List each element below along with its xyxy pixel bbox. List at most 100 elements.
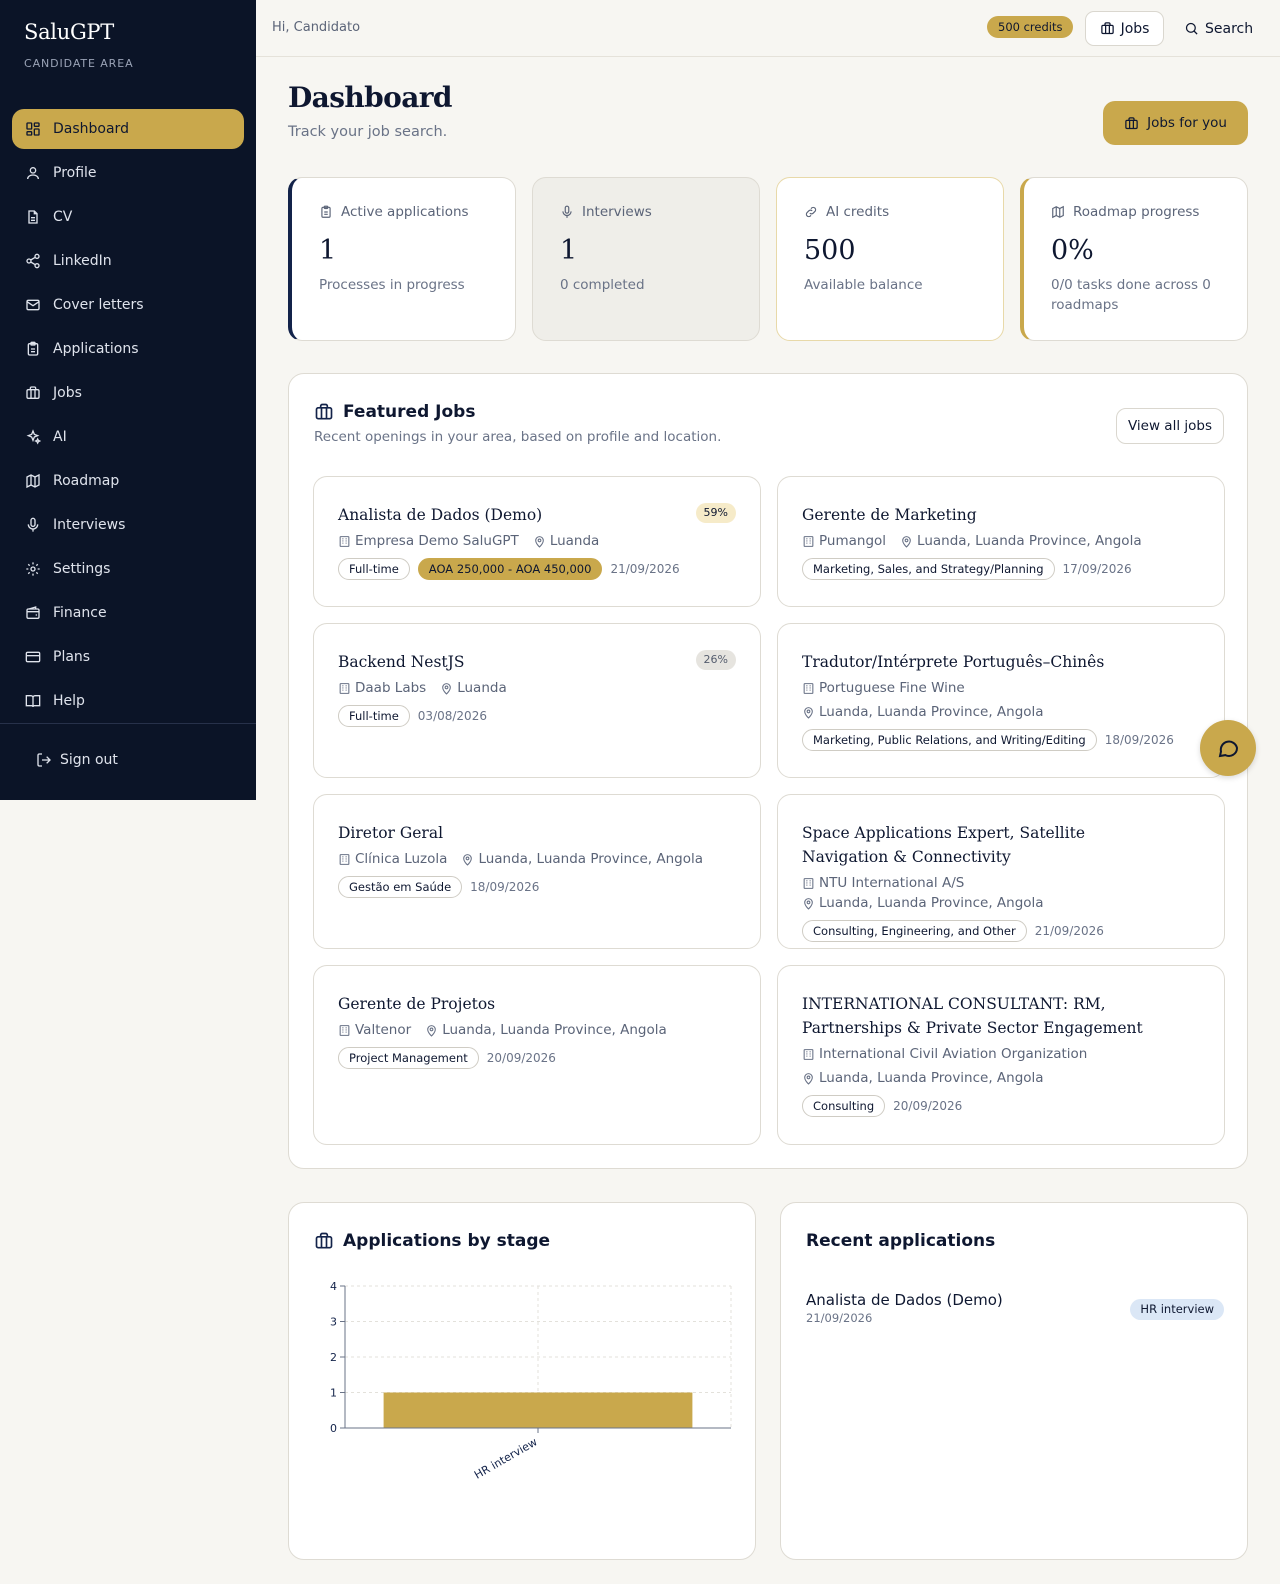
job-title: Gerente de Marketing: [802, 506, 977, 524]
search-label: Search: [1205, 20, 1254, 37]
job-location: Luanda, Luanda Province, Angola: [819, 1070, 1044, 1086]
y-tick-label: 0: [330, 1422, 337, 1435]
search-button[interactable]: Search: [1184, 11, 1253, 46]
sparkles-icon: [25, 429, 41, 445]
stat-label: Interviews: [582, 204, 652, 220]
job-company: Valtenor: [355, 1022, 412, 1038]
stage-badge: HR interview: [1130, 1299, 1224, 1320]
chat-button[interactable]: [1200, 720, 1256, 776]
user-icon: [25, 165, 41, 181]
recent-application-item[interactable]: Analista de Dados (Demo) 21/09/2026 HR i…: [806, 1291, 1224, 1331]
job-title: Space Applications Expert, Satellite Nav…: [802, 824, 1085, 866]
gear-icon: [25, 561, 41, 577]
sidebar-item-label: Cover letters: [53, 297, 144, 313]
sidebar-item-cover-letters[interactable]: Cover letters: [12, 285, 244, 325]
job-card[interactable]: INTERNATIONAL CONSULTANT: RM, Partnershi…: [777, 965, 1225, 1145]
map-icon: [25, 473, 41, 489]
sidebar-item-interviews[interactable]: Interviews: [12, 505, 244, 545]
sidebar: SaluGPT CANDIDATE AREA Dashboard Profile…: [0, 0, 256, 800]
jobs-for-you-button[interactable]: Jobs for you: [1103, 101, 1248, 145]
mail-icon: [25, 297, 41, 313]
job-card[interactable]: Tradutor/Intérprete Português–Chinês Por…: [777, 623, 1225, 778]
sidebar-item-cv[interactable]: CV: [12, 197, 244, 237]
brand-logo[interactable]: SaluGPT: [24, 20, 114, 44]
match-score-badge: 26%: [695, 650, 736, 670]
job-location: Luanda, Luanda Province, Angola: [819, 704, 1044, 720]
job-card[interactable]: Analista de Dados (Demo) 59% Empresa Dem…: [313, 476, 761, 607]
sidebar-item-linkedin[interactable]: LinkedIn: [12, 241, 244, 281]
sidebar-item-finance[interactable]: Finance: [12, 593, 244, 633]
share-icon: [25, 253, 41, 269]
stat-card-ai-credits[interactable]: AI credits 500 Available balance: [776, 177, 1004, 341]
job-tag: Full-time: [338, 558, 410, 580]
applications-bar-chart: 0 1 2 3 4 HR interview: [330, 1280, 732, 1482]
job-location: Luanda: [457, 680, 507, 696]
search-icon: [1185, 22, 1198, 35]
sidebar-item-plans[interactable]: Plans: [12, 637, 244, 677]
wallet-icon: [25, 605, 41, 621]
job-title: Analista de Dados (Demo): [338, 506, 543, 524]
sidebar-item-label: Jobs: [53, 385, 82, 401]
job-company: Portuguese Fine Wine: [819, 680, 965, 696]
sidebar-item-label: Plans: [53, 649, 91, 665]
top-jobs-button[interactable]: Jobs: [1085, 11, 1164, 46]
featured-jobs-title: Featured Jobs: [343, 402, 476, 422]
building-icon: [339, 853, 350, 865]
job-company: Pumangol: [819, 533, 887, 549]
top-jobs-label: Jobs: [1120, 20, 1150, 37]
sidebar-item-settings[interactable]: Settings: [12, 549, 244, 589]
sidebar-item-label: Profile: [53, 165, 97, 181]
job-tag: Gestão em Saúde: [338, 876, 463, 898]
credits-badge[interactable]: 500 credits: [987, 16, 1074, 38]
stat-card-interviews[interactable]: Interviews 1 0 completed: [532, 177, 760, 341]
book-icon: [25, 693, 41, 709]
stat-label: AI credits: [826, 204, 890, 220]
job-location: Luanda, Luanda Province, Angola: [442, 1022, 667, 1038]
sidebar-item-dashboard[interactable]: Dashboard: [12, 109, 244, 149]
job-tag: Consulting, Engineering, and Other: [802, 920, 1027, 942]
stat-description: Available balance: [804, 277, 923, 293]
topbar: Hi, Candidato 500 credits Jobs Search: [256, 0, 1280, 57]
stat-card-active-applications[interactable]: Active applications 1 Processes in progr…: [288, 177, 516, 341]
sidebar-item-jobs[interactable]: Jobs: [12, 373, 244, 413]
match-score-badge: 59%: [695, 503, 736, 523]
stat-value: 500: [804, 235, 856, 266]
job-company: Clínica Luzola: [355, 851, 448, 867]
job-card[interactable]: Gerente de Projetos Valtenor Luanda, Lua…: [313, 965, 761, 1145]
job-tag: Marketing, Public Relations, and Writing…: [802, 729, 1097, 751]
stat-card-roadmap-progress[interactable]: Roadmap progress 0% 0/0 tasks done acros…: [1020, 177, 1248, 341]
jobs-for-you-label: Jobs for you: [1147, 115, 1227, 131]
job-title: Backend NestJS: [338, 653, 465, 671]
job-tag: Full-time: [338, 705, 410, 727]
job-location: Luanda, Luanda Province, Angola: [478, 851, 704, 867]
stat-description: 0 completed: [560, 277, 645, 293]
stat-value: 1: [560, 235, 578, 266]
view-all-jobs-button[interactable]: View all jobs: [1116, 408, 1224, 444]
job-card[interactable]: Gerente de Marketing Pumangol Luanda, Lu…: [777, 476, 1225, 607]
logout-icon: [37, 753, 51, 767]
applications-by-stage-card: Applications by stage 0 1 2 3 4 HR interview: [288, 1202, 756, 1560]
job-tag: Consulting: [802, 1095, 886, 1117]
job-date: 03/08/2026: [417, 709, 487, 723]
y-tick-label: 2: [330, 1351, 337, 1364]
sidebar-nav: Dashboard Profile CV LinkedIn Cover lett…: [12, 109, 244, 725]
job-company: Daab Labs: [355, 680, 427, 696]
job-date: 17/09/2026: [1062, 562, 1132, 576]
stat-description: Processes in progress: [319, 277, 465, 293]
sidebar-item-profile[interactable]: Profile: [12, 153, 244, 193]
job-card[interactable]: Space Applications Expert, Satellite Nav…: [777, 794, 1225, 949]
building-icon: [339, 1024, 350, 1036]
briefcase-icon: [25, 385, 41, 401]
job-card[interactable]: Backend NestJS 26% Daab Labs Luanda Full…: [313, 623, 761, 778]
location-pin-icon: [442, 682, 452, 695]
sidebar-item-ai[interactable]: AI: [12, 417, 244, 457]
sidebar-item-roadmap[interactable]: Roadmap: [12, 461, 244, 501]
sign-out-button[interactable]: Sign out: [36, 752, 118, 768]
recent-applications-card: Recent applications Analista de Dados (D…: [780, 1202, 1248, 1560]
y-tick-label: 4: [330, 1280, 337, 1293]
stat-label: Active applications: [341, 204, 469, 220]
sidebar-item-help[interactable]: Help: [12, 681, 244, 721]
sidebar-item-applications[interactable]: Applications: [12, 329, 244, 369]
job-location: Luanda, Luanda Province, Angola: [917, 533, 1142, 549]
job-card[interactable]: Diretor Geral Clínica Luzola Luanda, Lua…: [313, 794, 761, 949]
